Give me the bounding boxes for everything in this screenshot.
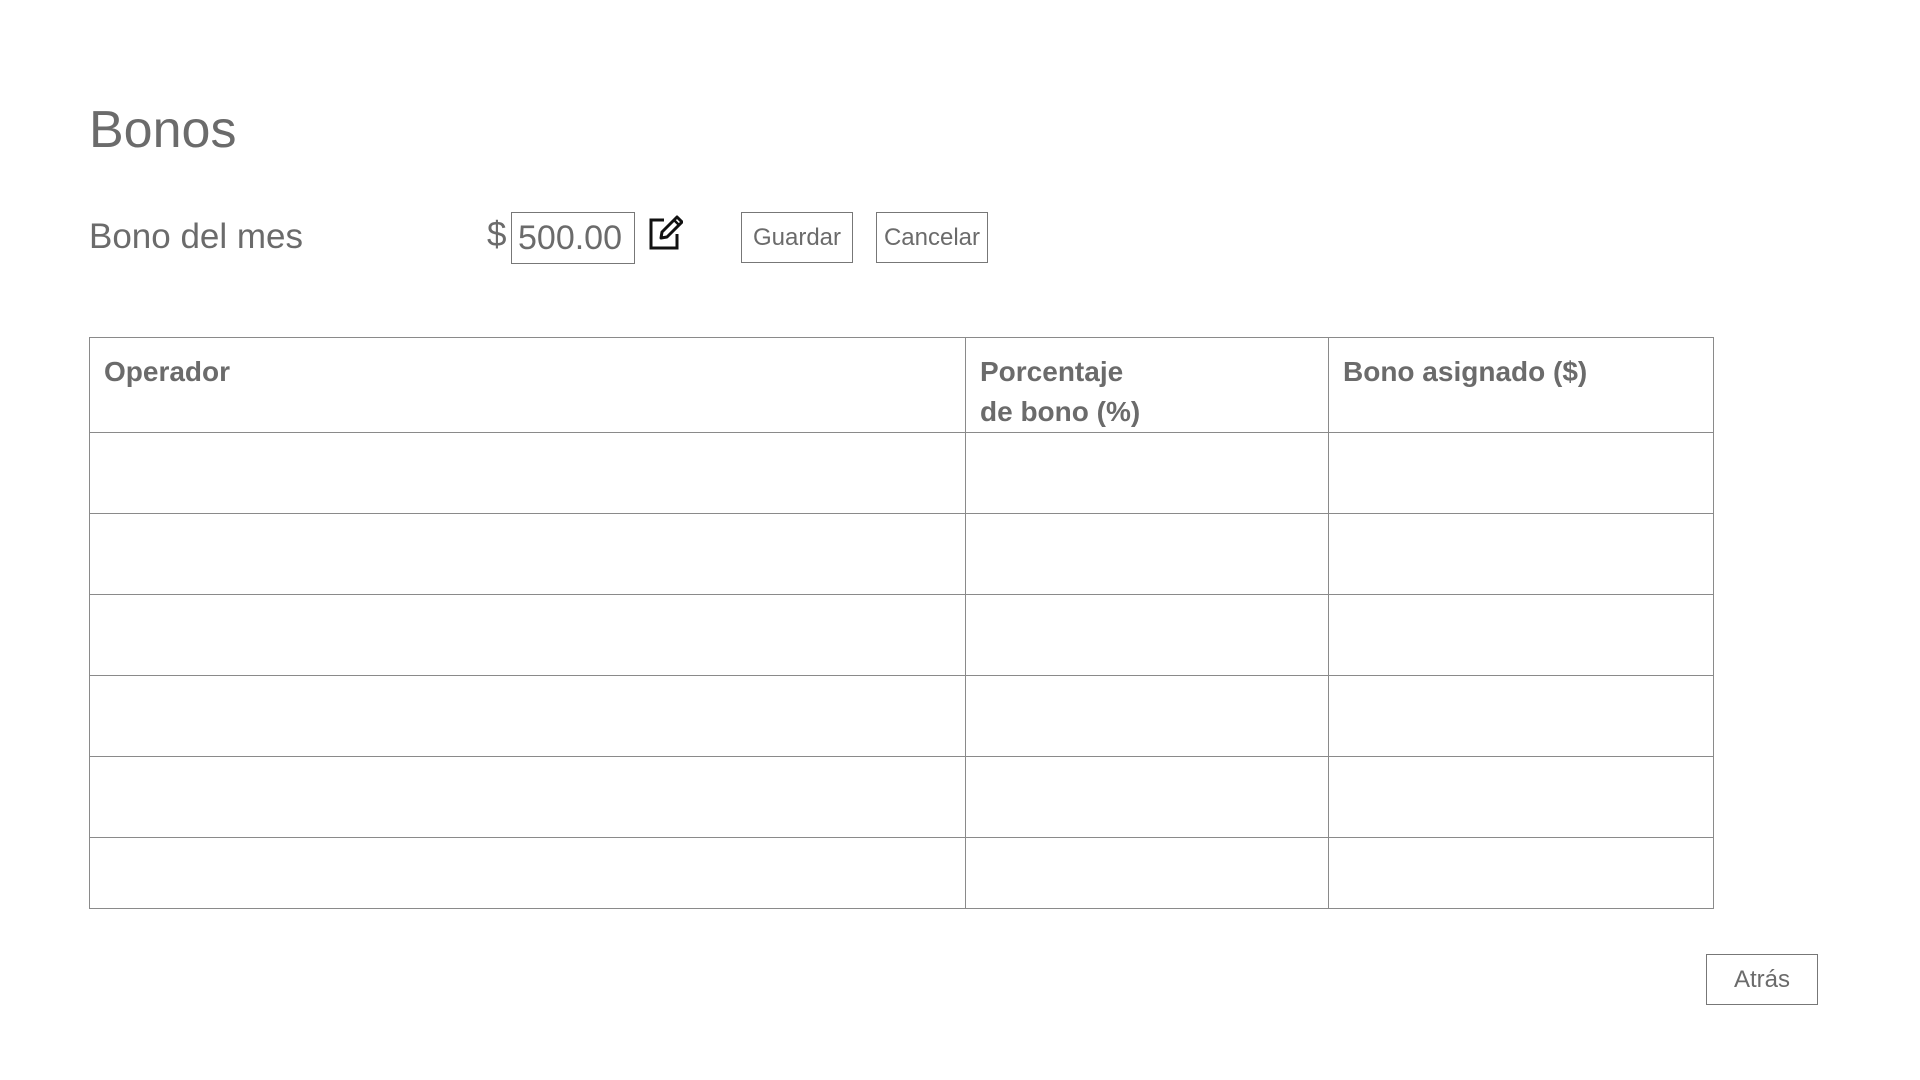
bonus-percent-cell xyxy=(965,513,1329,595)
bonus-month-label: Bono del mes xyxy=(89,217,304,256)
back-button[interactable]: Atrás xyxy=(1706,954,1818,1005)
table-row xyxy=(89,594,1714,676)
bonus-amount-input[interactable] xyxy=(511,212,635,264)
bonus-percent-cell xyxy=(965,432,1329,514)
operator-cell xyxy=(89,675,966,757)
table-row xyxy=(89,513,1714,595)
column-header-operator: Operador xyxy=(89,337,966,433)
operator-cell xyxy=(89,432,966,514)
column-header-assigned-bonus: Bono asignado ($) xyxy=(1328,337,1714,433)
operator-cell xyxy=(89,594,966,676)
currency-symbol: $ xyxy=(487,215,507,254)
assigned-bonus-cell xyxy=(1328,513,1714,595)
assigned-bonus-cell xyxy=(1328,432,1714,514)
bonus-table: Operador Porcentaje de bono (%) Bono asi… xyxy=(89,337,1714,909)
table-row xyxy=(89,837,1714,909)
bonus-percent-cell xyxy=(965,675,1329,757)
edit-pencil-icon[interactable] xyxy=(647,214,684,252)
table-row xyxy=(89,432,1714,514)
page-title: Bonos xyxy=(89,101,237,159)
assigned-bonus-cell xyxy=(1328,675,1714,757)
operator-cell xyxy=(89,513,966,595)
bonus-percent-cell xyxy=(965,756,1329,838)
table-header-row: Operador Porcentaje de bono (%) Bono asi… xyxy=(89,337,1714,433)
assigned-bonus-cell xyxy=(1328,594,1714,676)
operator-cell xyxy=(89,837,966,909)
bonus-percent-cell xyxy=(965,837,1329,909)
cancel-button[interactable]: Cancelar xyxy=(876,212,988,263)
operator-cell xyxy=(89,756,966,838)
bonus-percent-cell xyxy=(965,594,1329,676)
table-row xyxy=(89,756,1714,838)
assigned-bonus-cell xyxy=(1328,837,1714,909)
save-button[interactable]: Guardar xyxy=(741,212,853,263)
column-header-bonus-percent: Porcentaje de bono (%) xyxy=(965,337,1329,433)
table-row xyxy=(89,675,1714,757)
assigned-bonus-cell xyxy=(1328,756,1714,838)
